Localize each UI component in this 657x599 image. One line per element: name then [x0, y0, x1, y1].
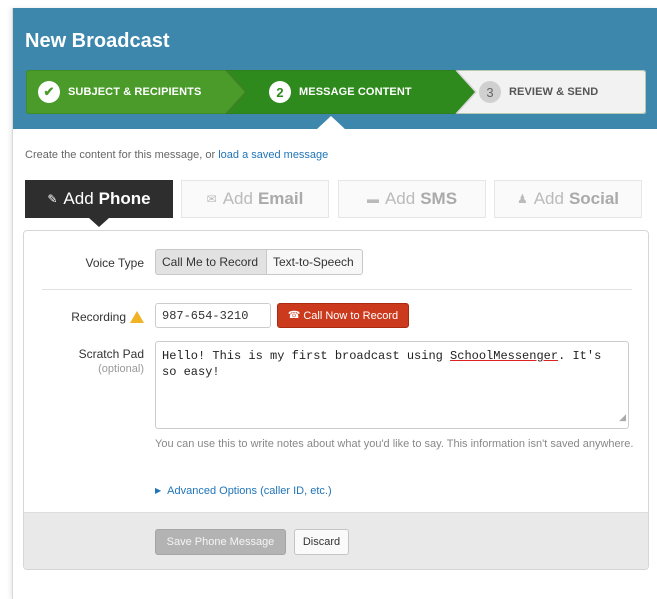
load-saved-message-link[interactable]: load a saved message	[218, 149, 328, 161]
tab-pointer	[89, 218, 109, 227]
tab-name: Email	[257, 189, 304, 208]
header: New Broadcast ✔ SUBJECT & RECIPIENTS 2 M…	[13, 8, 657, 130]
step-label: SUBJECT & RECIPIENTS	[68, 86, 202, 98]
panel-footer: Save Phone Message Discard	[24, 512, 648, 569]
recording-label: Recording	[71, 310, 126, 324]
text-to-speech-button[interactable]: Text-to-Speech	[266, 249, 363, 275]
wizard-steps: ✔ SUBJECT & RECIPIENTS 2 MESSAGE CONTENT…	[26, 70, 646, 114]
chat-icon: ▬	[366, 192, 379, 206]
scratch-pad-textarea[interactable]: Hello! This is my first broadcast using …	[155, 341, 629, 429]
divider	[42, 289, 632, 290]
misspelled-word: SchoolMessenger	[450, 349, 559, 363]
tab-prefix: Add	[63, 189, 94, 208]
phone-message-panel: Voice Type Call Me to Record Text-to-Spe…	[23, 230, 649, 570]
phone-number-input[interactable]: 987-654-3210	[155, 303, 271, 328]
phone-icon: ☎	[287, 310, 301, 321]
call-button-label: Call Now to Record	[303, 309, 399, 322]
scratch-pad-help: You can use this to write notes about wh…	[155, 438, 634, 450]
scratch-text: Hello! This is my first broadcast using	[162, 349, 451, 363]
resize-handle-icon[interactable]: ◢	[619, 410, 626, 426]
intro-text: Create the content for this message, or …	[25, 149, 328, 161]
advanced-options-label: Advanced Options (caller ID, etc.)	[167, 485, 332, 497]
step-number: 3	[479, 81, 501, 103]
step-review-send[interactable]: 3 REVIEW & SEND	[479, 70, 598, 114]
tab-name: SMS	[420, 189, 458, 208]
tab-email[interactable]: ✉ Add Email	[181, 180, 329, 218]
envelope-icon: ✉	[206, 192, 217, 206]
person-icon: ♟	[516, 192, 528, 206]
tab-name: Phone	[98, 189, 151, 208]
discard-button[interactable]: Discard	[294, 529, 349, 555]
triangle-right-icon: ▶	[155, 486, 162, 495]
step-subject-recipients[interactable]: ✔ SUBJECT & RECIPIENTS	[38, 70, 201, 114]
intro-label: Create the content for this message, or	[25, 149, 219, 161]
step-pointer	[316, 116, 346, 130]
call-me-to-record-button[interactable]: Call Me to Record	[155, 249, 267, 275]
advanced-options-link[interactable]: ▶ Advanced Options (caller ID, etc.)	[155, 485, 332, 497]
call-now-to-record-button[interactable]: ☎ Call Now to Record	[277, 303, 409, 328]
tab-social[interactable]: ♟ Add Social	[494, 180, 642, 218]
scratch-pad-label: Scratch Pad	[78, 347, 144, 361]
recording-label-row: Recording	[71, 309, 144, 324]
step-label: REVIEW & SEND	[509, 86, 599, 98]
step-number: 2	[269, 81, 291, 103]
warning-icon	[130, 311, 144, 323]
step-label: MESSAGE CONTENT	[299, 86, 412, 98]
tab-phone[interactable]: ✎ Add Phone	[25, 180, 173, 218]
checkmark-icon: ✔	[38, 81, 60, 103]
tab-prefix: Add	[533, 189, 564, 208]
pencil-icon: ✎	[47, 192, 58, 206]
tab-sms[interactable]: ▬ Add SMS	[338, 180, 486, 218]
scratch-pad-label-group: Scratch Pad (optional)	[79, 347, 144, 377]
tab-prefix: Add	[222, 189, 253, 208]
tab-name: Social	[568, 189, 620, 208]
tab-prefix: Add	[384, 189, 416, 208]
scratch-pad-optional: (optional)	[98, 363, 144, 375]
voice-type-label: Voice Type	[85, 256, 145, 270]
page-title: New Broadcast	[25, 30, 170, 52]
broadcast-window: New Broadcast ✔ SUBJECT & RECIPIENTS 2 M…	[12, 8, 657, 599]
step-message-content[interactable]: 2 MESSAGE CONTENT	[269, 70, 412, 114]
save-phone-message-button[interactable]: Save Phone Message	[155, 529, 286, 555]
